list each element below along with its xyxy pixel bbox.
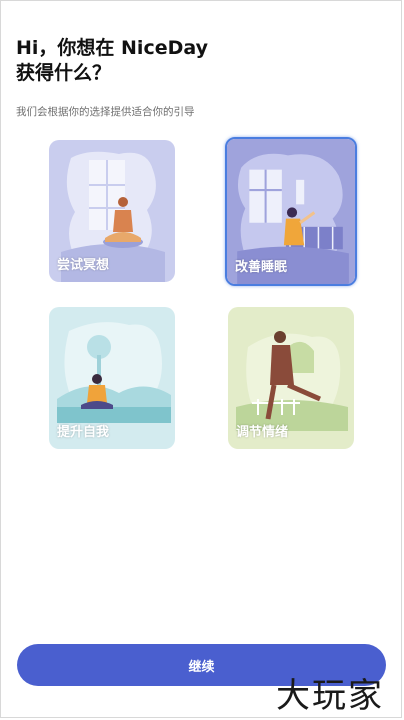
option-card-self-improvement[interactable]: 提升自我 xyxy=(49,307,175,449)
title-line-2: 获得什么？ xyxy=(16,62,112,84)
option-label: 尝试冥想 xyxy=(57,258,110,273)
option-label: 提升自我 xyxy=(57,425,110,440)
page-subtitle: 我们会根据你的选择提供适合你的引导 xyxy=(16,106,195,118)
option-label: 改善睡眠 xyxy=(235,260,288,275)
option-label: 调节情绪 xyxy=(236,425,289,440)
title-line-1: Hi，你想在 NiceDay xyxy=(16,37,208,59)
option-card-meditation[interactable]: 尝试冥想 xyxy=(49,140,175,282)
page-title: Hi，你想在 NiceDay 获得什么？ xyxy=(16,36,376,86)
watermark-logo: 大玩家 xyxy=(276,676,384,716)
option-card-sleep[interactable]: 改善睡眠 xyxy=(225,137,357,286)
option-card-mood[interactable]: 调节情绪 xyxy=(228,307,354,449)
